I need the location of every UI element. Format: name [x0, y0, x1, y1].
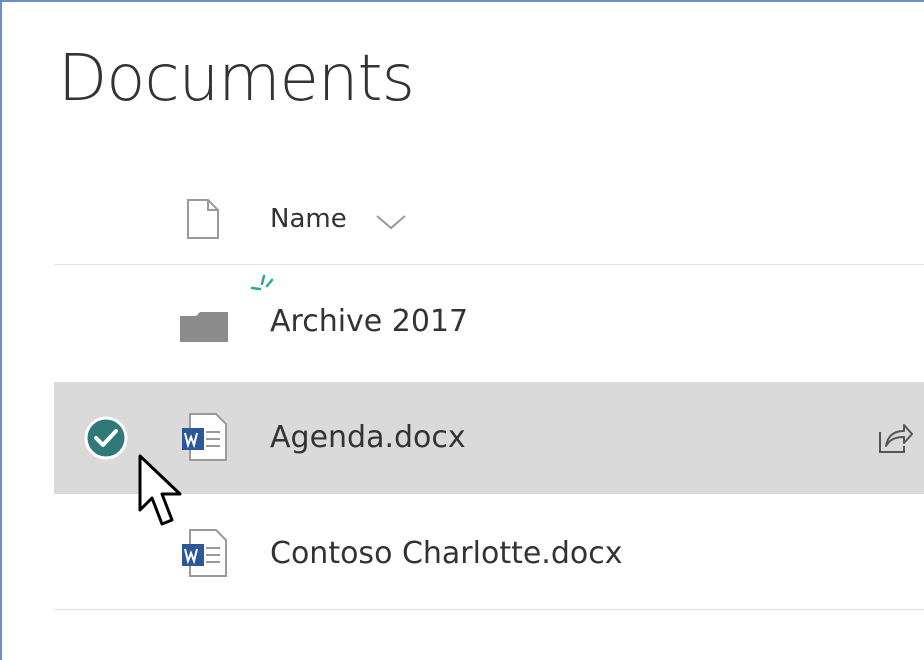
new-item-indicator-icon	[250, 274, 274, 291]
column-header-name[interactable]: Name	[270, 204, 347, 234]
mouse-cursor-icon	[138, 454, 182, 526]
list-item-archive-2017[interactable]: Archive 2017	[54, 268, 924, 380]
list-bottom-divider	[54, 609, 924, 610]
column-header-row: Name	[2, 180, 924, 264]
share-icon[interactable]	[874, 420, 914, 456]
word-doc-icon	[182, 529, 227, 577]
checkmark-selected-icon[interactable]	[84, 416, 128, 460]
file-icon	[187, 199, 219, 239]
word-doc-icon	[182, 413, 227, 461]
list-item-label[interactable]: Archive 2017	[270, 304, 468, 339]
list-item-label[interactable]: Agenda.docx	[270, 420, 466, 455]
folder-icon	[180, 312, 228, 342]
header-divider	[54, 264, 924, 265]
documents-library: Documents Name Archive 2017 Agenda.docx …	[0, 0, 924, 660]
list-item-label[interactable]: Contoso Charlotte.docx	[270, 536, 623, 571]
chevron-down-icon[interactable]	[374, 212, 408, 232]
page-title: Documents	[58, 42, 415, 116]
